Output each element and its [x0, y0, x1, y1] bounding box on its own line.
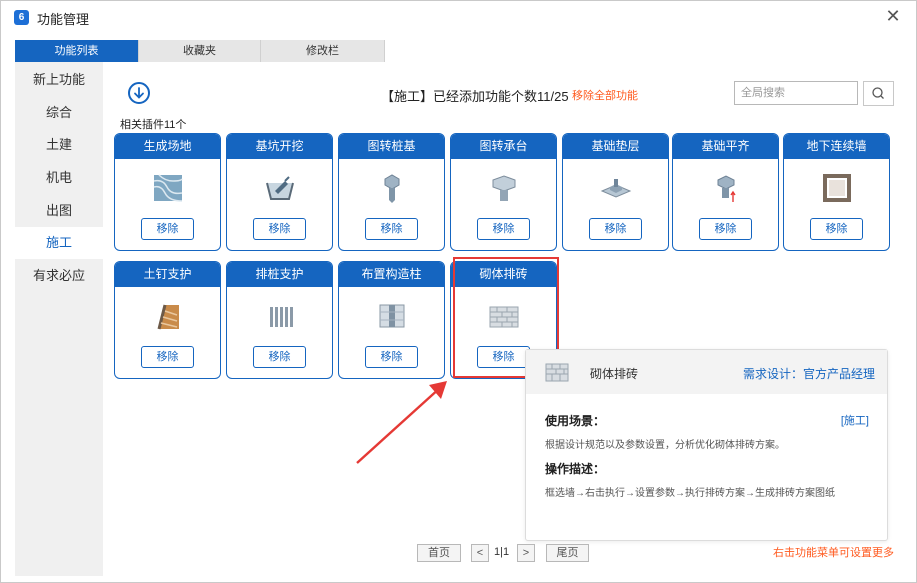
remove-button[interactable]: 移除 [810, 218, 863, 240]
nav-item-requests[interactable]: 有求必应 [15, 260, 103, 292]
card-soil-nail: 土钉支护 移除 [114, 261, 221, 379]
cushion-layer-icon [600, 179, 632, 198]
diaphragm-wall-icon [823, 174, 851, 202]
card-foundation-pit: 基坑开挖 移除 [226, 133, 333, 251]
card-title: 基坑开挖 [227, 134, 332, 159]
pile-foundation-icon [384, 174, 400, 203]
page-indicator: 1|1 [494, 546, 510, 558]
card-foundation-align: 基础平齐 移除 [672, 133, 779, 251]
plugin-count-label: 相关插件11个 [120, 119, 187, 131]
tab-function-list[interactable]: 功能列表 [15, 40, 139, 62]
usage-text: 根据设计规范以及参数设置，分析优化砌体排砖方案。 [545, 440, 785, 451]
card-title: 图转桩基 [339, 134, 444, 159]
search-button[interactable] [863, 81, 894, 106]
operation-label: 操作描述： [545, 462, 606, 476]
card-cushion-layer: 基础垫层 移除 [562, 133, 669, 251]
popup-title: 砌体排砖 [590, 367, 639, 381]
pile-cap-icon [492, 175, 516, 201]
pile-row-icon [270, 307, 293, 327]
card-title: 排桩支护 [227, 262, 332, 287]
card-title: 砌体排砖 [451, 262, 556, 287]
card-diaphragm-wall: 地下连续墙 移除 [783, 133, 890, 251]
soil-nail-icon [157, 304, 179, 330]
search-icon [872, 87, 884, 99]
annotation-arrow [356, 381, 447, 464]
brick-layout-icon [545, 363, 569, 382]
brick-layout-icon [489, 306, 519, 328]
remove-button[interactable]: 移除 [365, 346, 418, 368]
tab-favorites[interactable]: 收藏夹 [139, 40, 261, 62]
function-manager-window: 6 功能管理 ✕ 功能列表 收藏夹 修改栏 新上功能 综合 土建 机电 出图 施… [0, 0, 917, 583]
card-title: 地下连续墙 [784, 134, 889, 159]
title-bar: 6 功能管理 ✕ [1, 1, 916, 33]
card-title: 基础平齐 [673, 134, 778, 159]
function-detail-popup: 砌体排砖 需求设计：官方产品经理 使用场景： [施工] 根据设计规范以及参数设置… [525, 349, 888, 541]
remove-button[interactable]: 移除 [253, 346, 306, 368]
card-title: 布置构造柱 [339, 262, 444, 287]
next-page-button[interactable]: > [517, 544, 535, 562]
terrain-icon [153, 174, 183, 202]
tab-modify-bar[interactable]: 修改栏 [261, 40, 385, 62]
nav-item-new[interactable]: 新上功能 [15, 64, 103, 96]
nav-item-civil[interactable]: 土建 [15, 129, 103, 161]
category-tag[interactable]: [施工] [841, 412, 869, 428]
card-title: 生成场地 [115, 134, 220, 159]
download-icon[interactable] [128, 82, 150, 104]
card-generate-site: 生成场地 移除 [114, 133, 221, 251]
close-icon[interactable]: ✕ [884, 7, 902, 25]
first-page-button[interactable]: 首页 [417, 544, 461, 562]
card-title: 土钉支护 [115, 262, 220, 287]
card-title: 图转承台 [451, 134, 556, 159]
remove-button[interactable]: 移除 [365, 218, 418, 240]
excavation-icon [266, 176, 294, 200]
demand-designer: 需求设计：官方产品经理 [742, 367, 875, 381]
footer-hint: 右击功能菜单可设置更多 [773, 547, 894, 559]
card-pile-foundation: 图转桩基 移除 [338, 133, 445, 251]
card-pile-row: 排桩支护 移除 [226, 261, 333, 379]
prev-page-button[interactable]: < [471, 544, 489, 562]
card-structural-column: 布置构造柱 移除 [338, 261, 445, 379]
structural-column-icon [379, 304, 405, 328]
remove-button[interactable]: 移除 [141, 346, 194, 368]
remove-button[interactable]: 移除 [141, 218, 194, 240]
remove-button[interactable]: 移除 [589, 218, 642, 240]
remove-all-link[interactable]: 移除全部功能 [572, 87, 638, 103]
popup-header: 砌体排砖 需求设计：官方产品经理 [526, 350, 887, 394]
last-page-button[interactable]: 尾页 [546, 544, 589, 562]
remove-button[interactable]: 移除 [477, 346, 530, 368]
window-title: 功能管理 [37, 12, 90, 27]
nav-item-general[interactable]: 综合 [15, 97, 103, 129]
operation-text: 框选墙→右击执行→设置参数→执行排砖方案→生成排砖方案图纸 [545, 488, 835, 499]
nav-item-mep[interactable]: 机电 [15, 162, 103, 194]
nav-item-construction[interactable]: 施工 [15, 227, 103, 259]
usage-label: 使用场景： [545, 414, 606, 428]
remove-button[interactable]: 移除 [699, 218, 752, 240]
card-pile-cap: 图转承台 移除 [450, 133, 557, 251]
added-count-text: 【施工】已经添加功能个数11/25 [381, 89, 569, 104]
foundation-align-icon [717, 175, 736, 202]
nav-item-drawing[interactable]: 出图 [15, 195, 103, 227]
card-title: 基础垫层 [563, 134, 668, 159]
remove-button[interactable]: 移除 [253, 218, 306, 240]
category-nav: 新上功能 综合 土建 机电 出图 施工 有求必应 [15, 62, 103, 576]
app-icon: 6 [14, 10, 29, 25]
global-search-input[interactable] [734, 81, 858, 105]
remove-button[interactable]: 移除 [477, 218, 530, 240]
